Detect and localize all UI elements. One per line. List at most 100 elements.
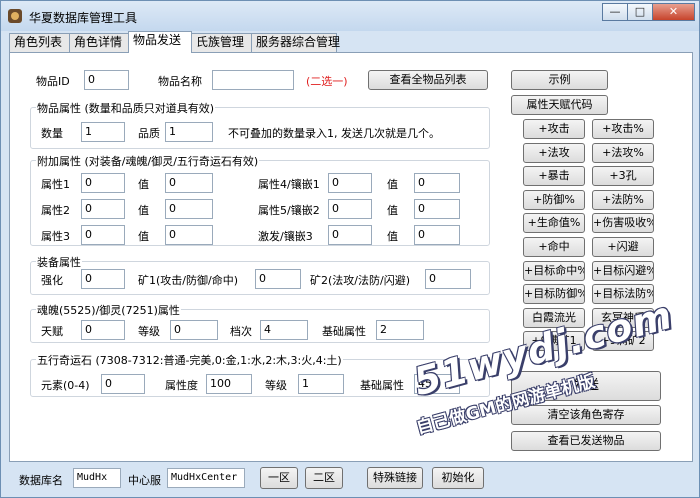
- quick-attr-button-5-0[interactable]: +命中: [523, 237, 585, 257]
- quick-attr-button-9-1[interactable]: +9满矿2: [592, 331, 654, 352]
- soul-attrs-title: 魂魄(5525)/御灵(7251)属性: [36, 302, 181, 318]
- bottom-bar: 数据库名 MudHx 中心服 MudHxCenter 一区 二区 特殊链接 初始…: [1, 463, 699, 497]
- tab-server-manage[interactable]: 服务器综合管理: [251, 33, 340, 52]
- quick-attr-button-6-1[interactable]: +目标闪避%: [592, 260, 654, 281]
- element-label: 元素(0-4): [41, 379, 90, 392]
- example-button[interactable]: 示例: [511, 70, 608, 90]
- tab-role-list[interactable]: 角色列表: [9, 33, 70, 52]
- quick-attr-button-2-0[interactable]: +暴击: [523, 166, 585, 187]
- tier-label: 档次: [230, 325, 252, 338]
- attr5-inlay2-input[interactable]: 0: [328, 199, 372, 219]
- attr2-input[interactable]: 0: [81, 199, 125, 219]
- quality-input[interactable]: 1: [165, 122, 213, 142]
- tier-input[interactable]: 4: [260, 320, 308, 340]
- quick-attr-button-2-1[interactable]: +3孔: [592, 166, 654, 187]
- stone-base-label: 基础属性: [360, 379, 404, 392]
- quantity-input[interactable]: 1: [81, 122, 125, 142]
- attr4-inlay1-input[interactable]: 0: [328, 173, 372, 193]
- mine1-label: 矿1(攻击/防御/命中): [138, 274, 238, 287]
- attr1-value-label: 值: [138, 178, 149, 191]
- quick-attr-button-1-0[interactable]: +法攻: [523, 142, 585, 163]
- special-link-button[interactable]: 特殊链接: [367, 467, 423, 489]
- close-button[interactable]: ✕: [652, 3, 695, 21]
- tab-item-send[interactable]: 物品发送: [128, 31, 192, 53]
- tab-role-detail[interactable]: 角色详情: [69, 33, 130, 52]
- item-props-title: 物品属性 (数量和品质只对道具有效): [36, 100, 216, 116]
- attr2-value-input[interactable]: 0: [165, 199, 213, 219]
- mine1-input[interactable]: 0: [255, 269, 301, 289]
- window-title: 华夏数据库管理工具: [29, 11, 138, 25]
- quantity-note: 不可叠加的数量录入1, 发送几次就是几个。: [228, 127, 440, 140]
- center-server-label: 中心服: [128, 474, 161, 487]
- app-logo-icon: [8, 9, 22, 23]
- item-id-input[interactable]: 0: [84, 70, 129, 90]
- quick-attr-button-3-0[interactable]: +防御%: [523, 189, 585, 210]
- maximize-button[interactable]: □: [627, 3, 653, 21]
- quick-attr-button-1-1[interactable]: +法攻%: [592, 142, 654, 163]
- quick-attr-button-4-0[interactable]: +生命值%: [523, 213, 585, 234]
- item-name-input[interactable]: [212, 70, 294, 90]
- enhance-input[interactable]: 0: [81, 269, 125, 289]
- quick-attr-button-5-1[interactable]: +闪避: [592, 237, 654, 257]
- title-bar: 华夏数据库管理工具 — □ ✕: [1, 1, 699, 31]
- quick-attr-button-8-1[interactable]: 玄冥神盾: [592, 307, 654, 328]
- soul-level-input[interactable]: 0: [170, 320, 218, 340]
- attr3-input[interactable]: 0: [81, 225, 125, 245]
- quick-attr-button-8-0[interactable]: 白霞流光: [523, 307, 585, 328]
- item-name-label: 物品名称: [158, 75, 202, 88]
- element-input[interactable]: 0: [101, 374, 145, 394]
- attr3-value-input[interactable]: 0: [165, 225, 213, 245]
- zone1-button[interactable]: 一区: [260, 467, 298, 489]
- quick-attr-button-7-0[interactable]: +目标防御%: [523, 284, 585, 305]
- enhance-label: 强化: [41, 274, 63, 287]
- stone-level-input[interactable]: 1: [298, 374, 344, 394]
- quantity-label: 数量: [41, 127, 63, 140]
- quick-attr-button-3-1[interactable]: +法防%: [592, 189, 654, 210]
- talent-input[interactable]: 0: [81, 320, 125, 340]
- mine2-label: 矿2(法攻/法防/闪避): [310, 274, 410, 287]
- view-all-items-button[interactable]: 查看全物品列表: [368, 70, 488, 90]
- attr-degree-input[interactable]: 100: [206, 374, 252, 394]
- quick-attr-button-4-1[interactable]: +伤害吸收%: [592, 213, 654, 234]
- attr2-label: 属性2: [41, 204, 70, 217]
- attr4-value-label: 值: [387, 178, 398, 191]
- tab-clan-manage[interactable]: 氏族管理: [191, 33, 252, 52]
- extra-attrs-title: 附加属性 (对装备/魂魄/御灵/五行奇运石有效): [36, 153, 260, 169]
- attr1-value-input[interactable]: 0: [165, 173, 213, 193]
- quick-attr-button-0-0[interactable]: +攻击: [523, 119, 585, 139]
- minimize-button[interactable]: —: [602, 3, 628, 21]
- soul-level-label: 等级: [138, 325, 160, 338]
- attr4-inlay1-label: 属性4/镶嵌1: [258, 178, 320, 191]
- quick-attr-button-0-1[interactable]: +攻击%: [592, 119, 654, 139]
- quick-attr-button-7-1[interactable]: +目标法防%: [592, 284, 654, 305]
- attr2-value-label: 值: [138, 204, 149, 217]
- attr5-inlay2-label: 属性5/镶嵌2: [258, 204, 320, 217]
- soul-base-input[interactable]: 2: [376, 320, 424, 340]
- quick-attr-button-9-0[interactable]: +9满矿1: [523, 331, 585, 352]
- stone-attrs-title: 五行奇运石 (7308-7312:普通-完美,0:金,1:水,2:木,3:火,4…: [36, 352, 343, 368]
- attr-degree-label: 属性度: [165, 379, 198, 392]
- db-name-input[interactable]: MudHx: [73, 468, 121, 488]
- attr5-value-input[interactable]: 0: [414, 199, 460, 219]
- trigger-inlay3-input[interactable]: 0: [328, 225, 372, 245]
- talent-code-button[interactable]: 属性天赋代码: [511, 95, 608, 115]
- attr4-value-input[interactable]: 0: [414, 173, 460, 193]
- equip-attrs-title: 装备属性: [36, 254, 82, 270]
- attr1-input[interactable]: 0: [81, 173, 125, 193]
- view-sent-button[interactable]: 查看已发送物品: [511, 431, 661, 451]
- send-button[interactable]: 发送: [511, 371, 661, 401]
- app-window: 华夏数据库管理工具 — □ ✕ 角色列表 角色详情 物品发送 氏族管理 服务器综…: [0, 0, 700, 498]
- mine2-input[interactable]: 0: [425, 269, 471, 289]
- stone-base-input[interactable]: 45: [414, 374, 460, 394]
- item-id-label: 物品ID: [36, 75, 70, 88]
- zone2-button[interactable]: 二区: [305, 467, 343, 489]
- attr5-value-label: 值: [387, 204, 398, 217]
- talent-label: 天赋: [41, 325, 63, 338]
- init-button[interactable]: 初始化: [432, 467, 484, 489]
- trigger-inlay3-label: 激发/镶嵌3: [258, 230, 313, 243]
- quick-attr-button-6-0[interactable]: +目标命中%: [523, 260, 585, 281]
- center-server-input[interactable]: MudHxCenter: [167, 468, 245, 488]
- item-send-panel: 物品ID 0 物品名称 (二选一) 查看全物品列表 物品属性 (数量和品质只对道…: [9, 52, 693, 462]
- clear-store-button[interactable]: 清空该角色寄存: [511, 405, 661, 425]
- trigger-value-input[interactable]: 0: [414, 225, 460, 245]
